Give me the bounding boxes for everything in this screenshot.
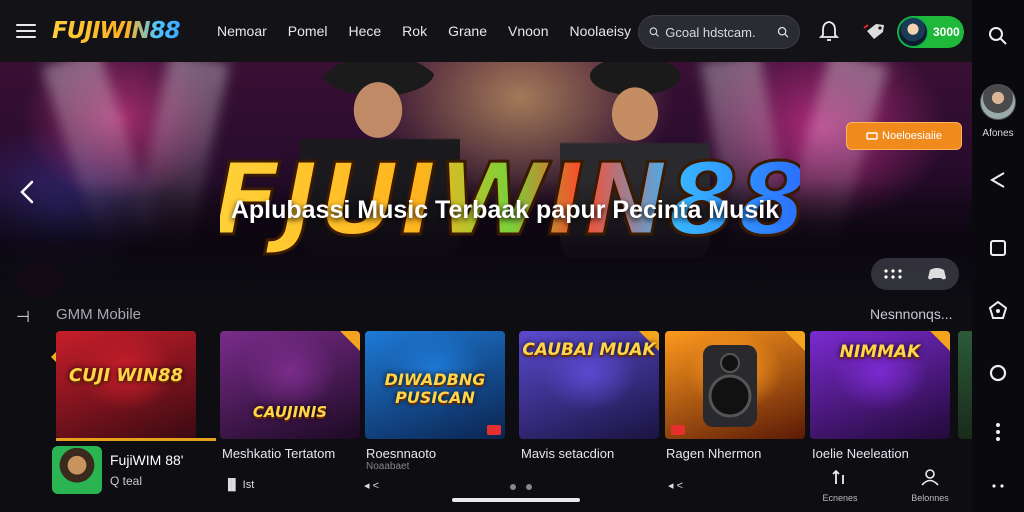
nav-item[interactable]: Vnoon (508, 23, 548, 39)
nav-item[interactable]: Pomel (288, 23, 328, 39)
music-card[interactable]: NIMMAK (810, 331, 950, 439)
balance-pill[interactable]: 3000 (897, 16, 964, 48)
tab-label: Ecnenes (822, 493, 858, 503)
speaker-icon (703, 345, 757, 427)
tab-profile[interactable]: Belonnes (905, 468, 955, 503)
active-card-indicator (56, 438, 216, 441)
see-more-link[interactable]: Nesnnonqs... (870, 306, 953, 322)
music-card[interactable]: CAUBAI MUAK (519, 331, 659, 439)
promo-tag-icon[interactable] (862, 19, 888, 43)
music-card[interactable] (665, 331, 805, 439)
now-playing-artwork[interactable] (52, 446, 102, 494)
side-avatar-label: Afones (982, 128, 1014, 139)
tab-label: Belonnes (911, 493, 949, 503)
search-submit-icon[interactable] (777, 24, 789, 40)
section-title: GMM Mobile (56, 306, 142, 323)
card-corner-badge (340, 331, 360, 351)
record-badge-icon (671, 425, 685, 435)
grid-dots-icon[interactable] (883, 267, 903, 281)
home-indicator[interactable] (452, 498, 580, 502)
hero-tagline: Aplubassi Music Terbaak papur Pecinta Mu… (230, 196, 780, 224)
user-avatar[interactable] (898, 17, 928, 47)
music-card[interactable]: DIWADBNG PUSICAN (365, 331, 505, 439)
brand-logo[interactable]: FUJIWIN88 (52, 18, 202, 44)
card-label: Ragen Nhermon (666, 446, 762, 461)
card-art-title: NIMMAK (839, 342, 921, 362)
user-icon (921, 469, 939, 486)
main-nav: Nemoar Pomel Hece Rok Grane Vnoon Noolae… (217, 23, 652, 39)
side-system-bar: Afones (972, 0, 1024, 512)
promo-button[interactable]: Noeloesiaiie (846, 122, 962, 150)
nav-item[interactable]: Noolaeisy (569, 23, 630, 39)
nav-item[interactable]: Nemoar (217, 23, 267, 39)
now-playing-subtitle: Q teal (110, 474, 143, 488)
tab-rankings[interactable]: Ecnenes (815, 468, 865, 503)
share-icon[interactable] (986, 168, 1010, 192)
side-avatar[interactable] (980, 84, 1016, 120)
more-vertical-icon[interactable] (986, 420, 1010, 444)
nav-item[interactable]: Grane (448, 23, 487, 39)
chevron-left-icon[interactable] (16, 178, 40, 206)
music-card-partial[interactable] (958, 331, 972, 439)
now-playing-title[interactable]: FujiWIM 88' (110, 452, 183, 468)
gamepad-icon[interactable] (926, 265, 948, 283)
app-screen: FJUIWIN88 Noeloesiaiie Aplubassi Music T… (0, 0, 1024, 512)
square-icon[interactable] (986, 236, 1010, 260)
card-label: Meshkatio Tertatom (222, 446, 336, 461)
record-badge-icon (487, 425, 501, 435)
card-subtitle: Noaabaet (366, 461, 410, 472)
pause-button[interactable]: ▐▌ Ist (224, 478, 254, 492)
promo-label: Noeloesiaiie (882, 130, 942, 142)
search-icon[interactable] (986, 24, 1010, 48)
card-label: Roesnnaoto (366, 446, 437, 461)
search-icon (649, 27, 659, 37)
card-art-title: CUJI WIN88 (68, 365, 184, 386)
hero-controls (871, 258, 959, 290)
hamburger-menu-icon[interactable] (0, 0, 52, 62)
nav-item[interactable]: Rok (402, 23, 427, 39)
home-icon[interactable] (986, 298, 1010, 322)
hero-banner[interactable]: FJUIWIN88 Noeloesiaiie (0, 58, 972, 300)
card-art-title: CAUJINIS (252, 403, 328, 421)
music-card[interactable]: CAUJINIS (220, 331, 360, 439)
card-art-title: DIWADBNG PUSICAN (384, 370, 486, 407)
ticket-icon (866, 132, 878, 140)
nav-item[interactable]: Hece (348, 23, 381, 39)
volume-button[interactable]: ◂ < (364, 478, 379, 492)
balance-amount: 3000 (933, 25, 960, 39)
search-input[interactable] (665, 24, 772, 40)
ranking-icon (832, 469, 844, 484)
more-horizontal-icon[interactable] (986, 474, 1010, 498)
speaker-button[interactable]: ◂ < (668, 478, 683, 492)
card-art-title: CAUBAI MUAK (522, 340, 656, 360)
card-label: Ioelie Neeleation (812, 446, 909, 461)
section-marker-icon: ⊣ (16, 309, 30, 326)
location-icon[interactable] (986, 362, 1010, 386)
search-box (638, 15, 800, 49)
card-label: Mavis setacdion (521, 446, 615, 461)
page-dots (510, 484, 532, 490)
card-corner-badge (785, 331, 805, 351)
music-card[interactable]: CUJI WIN88 (56, 331, 196, 439)
bell-icon[interactable] (818, 19, 840, 43)
